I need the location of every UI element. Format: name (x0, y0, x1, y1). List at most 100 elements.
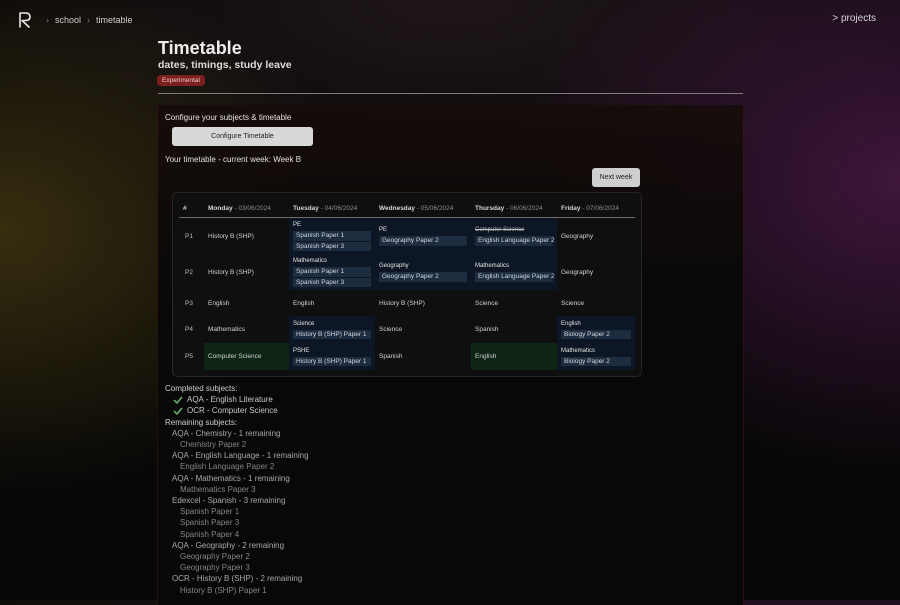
exam-paper-chip: History B (SHP) Paper 1 (293, 329, 371, 340)
day-header-wednesday: Wednesday - 05/06/2024 (375, 200, 471, 218)
remaining-subject-item: OCR - History B (SHP) - 2 remaining (172, 574, 303, 584)
timetable-cell[interactable]: Science (375, 316, 471, 343)
timetable-cell[interactable]: PE Spanish Paper 1 Spanish Paper 3 (289, 217, 375, 254)
lesson-subject: Geography (379, 263, 409, 270)
lesson-subject: English (475, 353, 497, 360)
lesson-subject: English (293, 299, 315, 307)
remaining-paper-item: Spanish Paper 1 (180, 507, 240, 517)
exam-paper-chip: Geography Paper 2 (379, 272, 467, 282)
exam-paper-chip: Biology Paper 2 (561, 329, 631, 340)
timetable-cell[interactable]: History B (SHP) (375, 290, 471, 316)
breadcrumb-timetable[interactable]: timetable (96, 15, 133, 25)
timetable-cell[interactable]: History B (SHP) (204, 254, 289, 290)
period-label: P3 (185, 299, 193, 307)
period-label: P1 (185, 232, 193, 240)
exam-paper-chip: Spanish Paper 1 (293, 231, 371, 241)
completed-subject-label: OCR - Computer Science (187, 406, 278, 416)
remaining-paper-item: English Language Paper 2 (180, 462, 275, 472)
day-header-tuesday: Tuesday - 04/06/2024 (289, 200, 375, 218)
timetable-row: P4 Mathematics Science History B (SHP) Pape… (179, 316, 635, 343)
completed-subject-item: AQA - English Literature (165, 394, 495, 405)
next-week-button[interactable]: Next week (592, 168, 640, 187)
timetable-body: P1 History B (SHP) PE Spanish Paper 1 Spanis… (179, 217, 635, 370)
timetable-row: P2 History B (SHP) Mathematics Spanish Pape… (179, 254, 635, 290)
timetable-cell[interactable]: Mathematics (204, 316, 289, 343)
remaining-subject-item: AQA - Chemistry - 1 remaining (172, 428, 281, 438)
subjects-lists: Completed subjects: AQA - English Litera… (165, 383, 495, 596)
exam-paper-chip: English Language Paper 2 (475, 236, 555, 246)
lesson-subject: History B (SHP) (379, 299, 425, 307)
experimental-badge: Experimental (157, 75, 205, 86)
projects-link[interactable]: > projects (832, 13, 876, 24)
remaining-paper-item: Mathematics Paper 3 (180, 484, 256, 494)
timetable-cell[interactable]: Mathematics English Language Paper 2 (471, 254, 557, 290)
timetable-cell[interactable]: History B (SHP) (204, 218, 289, 255)
timetable-cell[interactable]: English (471, 343, 557, 370)
exam-paper-chip: English Language Paper 2 (475, 272, 555, 282)
lesson-subject: Science (475, 299, 499, 307)
day-name: Tuesday (293, 205, 319, 212)
site-logo-icon[interactable] (18, 12, 32, 28)
lesson-subject: Mathematics (475, 263, 510, 270)
lesson-subject: History B (SHP) (208, 268, 254, 276)
remaining-paper-item: Spanish Paper 4 (180, 529, 240, 539)
lesson-subject: Science (561, 299, 585, 307)
configure-timetable-button[interactable]: Configure Timetable (172, 127, 313, 146)
lesson-subject: Computer Science (208, 353, 262, 360)
period-label: P2 (185, 268, 193, 276)
exam-paper-chip: Geography Paper 2 (379, 236, 467, 246)
lesson-subject: English (561, 320, 581, 327)
timetable-cell[interactable]: PE Geography Paper 2 (375, 217, 471, 254)
day-header-monday: Monday - 03/06/2024 (204, 200, 289, 218)
timetable-cell[interactable]: Mathematics Spanish Paper 1 Spanish Paper … (289, 254, 375, 290)
lesson-subject: PE (293, 222, 302, 228)
timetable-cell[interactable]: English Biology Paper 2 (557, 316, 635, 343)
day-name: Thursday (475, 205, 505, 212)
completed-subject-item: OCR - Computer Science (165, 405, 495, 416)
remaining-heading: Remaining subjects: (165, 417, 238, 427)
day-date: - 07/06/2024 (580, 205, 619, 212)
breadcrumb-school[interactable]: school (55, 15, 81, 25)
timetable-row: P3 English English History B (SHP) Science Sc… (179, 290, 635, 316)
timetable-cell[interactable]: Geography (557, 218, 635, 255)
lesson-subject: PSHE (293, 347, 310, 354)
day-header-friday: Friday - 07/06/2024 (557, 200, 635, 218)
timetable-cell[interactable]: Science History B (SHP) Paper 1 (289, 316, 375, 343)
day-date: - 04/06/2024 (318, 205, 358, 212)
timetable-cell[interactable]: Science (557, 290, 635, 316)
remaining-subject-item: Edexcel - Spanish - 3 remaining (172, 496, 286, 506)
lesson-subject: Science (293, 320, 315, 327)
lesson-subject: Science (379, 326, 403, 333)
page-title: Timetable (158, 38, 242, 58)
lesson-subject: PE (379, 227, 388, 234)
timetable-table: # Monday - 03/06/2024 Tuesday - 04/06/2024… (179, 200, 635, 370)
current-week-text: Your timetable - current week: Week B (165, 155, 302, 164)
timetable-cell[interactable]: Geography (557, 254, 635, 290)
exam-paper-chip: Spanish Paper 1 (293, 267, 371, 277)
remaining-subject-item: AQA - Geography - 2 remaining (172, 540, 285, 550)
timetable-cell[interactable]: Science (471, 290, 557, 316)
lesson-subject: Mathematics (293, 258, 328, 264)
check-icon (173, 407, 183, 415)
timetable-cell[interactable]: Computer Science (204, 343, 289, 370)
day-header-thursday: Thursday - 06/06/2024 (471, 200, 557, 218)
timetable-cell[interactable]: English (204, 290, 289, 316)
exam-paper-chip: Biology Paper 2 (561, 356, 631, 367)
timetable-cell[interactable]: English (289, 290, 375, 316)
timetable-cell[interactable]: Mathematics Biology Paper 2 (557, 343, 635, 370)
chevron-right-icon: › (46, 15, 49, 25)
day-name: Wednesday (379, 205, 416, 212)
timetable-cell[interactable]: Computer Science English Language Paper 2 (471, 217, 557, 254)
header-divider (158, 93, 743, 94)
timetable-cell[interactable]: PSHE History B (SHP) Paper 1 (289, 343, 375, 370)
exam-paper-chip: Spanish Paper 3 (293, 277, 371, 287)
remaining-subject-item: AQA - English Language - 1 remaining (172, 451, 309, 461)
exam-paper-chip: History B (SHP) Paper 1 (293, 356, 371, 367)
timetable-cell[interactable]: Spanish (471, 316, 557, 343)
remaining-paper-item: History B (SHP) Paper 1 (180, 585, 267, 595)
timetable-cell[interactable]: Geography Geography Paper 2 (375, 254, 471, 290)
lesson-subject: Mathematics (208, 326, 245, 333)
top-nav: › school › timetable (18, 12, 133, 28)
remaining-list: AQA - Chemistry - 1 remaining Chemistry P… (165, 428, 495, 596)
timetable-cell[interactable]: Spanish (375, 343, 471, 370)
